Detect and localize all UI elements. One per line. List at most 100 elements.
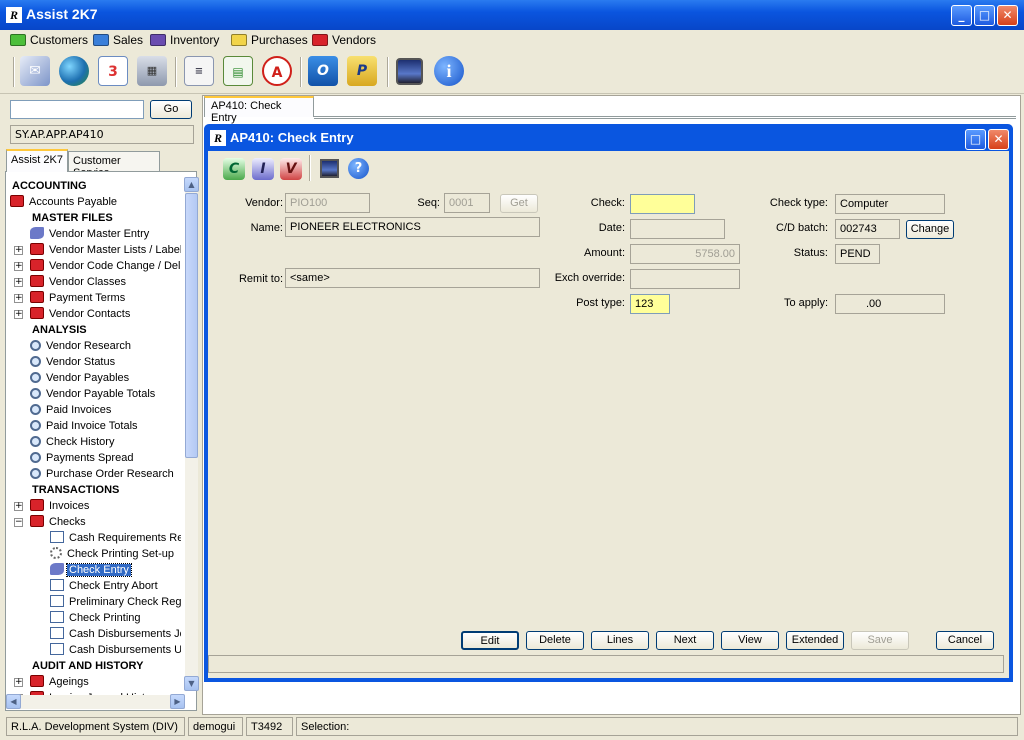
cd-batch-field[interactable]: 002743 [835,219,900,239]
help-icon[interactable]: ? [348,158,369,179]
tree-item-label: Invoices [49,500,90,512]
tree-item[interactable]: Preliminary Check Register [50,594,181,610]
tree-item[interactable]: Paid Invoice Totals [30,418,181,434]
picture-icon[interactable] [396,58,423,85]
amount-field[interactable]: 5758.00 [630,244,740,264]
tree-item[interactable]: Payment Terms [30,290,181,306]
menu-purchases[interactable]: Purchases [231,33,308,49]
info-icon[interactable]: i [434,56,464,86]
scroll-left-button[interactable]: ◀ [6,694,21,709]
tree-item[interactable]: Payments Spread [30,450,181,466]
inner-maximize-button[interactable]: □ [965,129,986,150]
inventory-icon[interactable]: I [252,158,274,180]
expand-icon[interactable]: + [14,294,23,303]
tab-check-entry[interactable]: AP410: Check Entry [204,96,314,124]
tree-horizontal-scrollbar[interactable]: ◀ ▶ [6,694,185,709]
change-button[interactable]: Change [906,220,954,239]
expand-icon[interactable]: + [14,262,23,271]
check-label: Check: [590,197,625,209]
remit-to-field[interactable]: <same> [285,268,540,288]
go-button[interactable]: Go [150,100,192,119]
globe-icon[interactable] [59,56,89,86]
tree-item[interactable]: Vendor Master Entry [30,226,181,242]
tree-item[interactable]: Vendor Classes [30,274,181,290]
tree-item[interactable]: Vendor Master Lists / Labels [30,242,181,258]
customers-icon[interactable]: C [223,158,245,180]
tree-item[interactable]: Check Printing Set-up [50,546,181,562]
expand-icon[interactable]: + [14,502,23,511]
tree-item[interactable]: Check Entry [50,562,181,578]
acrobat-icon[interactable]: A [262,56,292,86]
sheet-icon[interactable]: ▤ [223,56,253,86]
check-field[interactable] [630,194,695,214]
picture-icon[interactable] [320,159,339,178]
outlook-icon[interactable]: O [308,56,338,86]
scroll-up-button[interactable]: ▲ [184,177,199,192]
tree-vertical-scrollbar[interactable]: ▲ ▼ [184,177,199,691]
status-field[interactable]: PEND [835,244,880,264]
cancel-button[interactable]: Cancel [936,631,994,650]
expand-icon[interactable]: + [14,678,23,687]
tree-item[interactable]: Invoices [30,498,181,514]
expand-icon[interactable]: + [14,310,23,319]
seq-field[interactable]: 0001 [444,193,490,213]
menu-vendors[interactable]: Vendors [312,33,376,49]
save-button[interactable]: Save [851,631,909,650]
exch-override-field[interactable] [630,269,740,289]
tab-assist-2k7[interactable]: Assist 2K7 [6,149,68,172]
post-type-field[interactable]: 123 [630,294,670,314]
collapse-icon[interactable]: − [14,518,23,527]
tree-item[interactable]: Vendor Payable Totals [30,386,181,402]
date-field[interactable] [630,219,725,239]
inner-close-button[interactable]: ✕ [988,129,1009,150]
extended-button[interactable]: Extended [786,631,844,650]
search-input[interactable] [10,100,144,119]
document-icon[interactable]: ≡ [184,56,214,86]
next-button[interactable]: Next [656,631,714,650]
tree-item[interactable]: Cash Disbursements Update [50,642,181,658]
delete-button[interactable]: Delete [526,631,584,650]
menu-customers[interactable]: Customers [10,33,88,49]
vendors-icon[interactable]: V [280,158,302,180]
menu-tree: ACCOUNTING Accounts Payable MASTER FILES Ve… [5,171,199,711]
tree-item-label: Cash Disbursements Journal [69,628,181,640]
scroll-right-button[interactable]: ▶ [170,694,185,709]
publisher-icon[interactable]: P [347,56,377,86]
to-apply-field[interactable]: .00 [835,294,945,314]
tree-item[interactable]: Checks [30,514,181,530]
close-button[interactable]: ✕ [997,5,1018,26]
tab-customer-service[interactable]: Customer Service [68,151,160,179]
expand-icon[interactable]: + [14,278,23,287]
tree-item[interactable]: Accounts Payable [10,194,181,210]
calendar-icon[interactable]: 3 [98,56,128,86]
tree-item[interactable]: Ageings [30,674,181,690]
menu-inventory[interactable]: Inventory [150,33,219,49]
scroll-down-button[interactable]: ▼ [184,676,199,691]
menu-sales[interactable]: Sales [93,33,143,49]
name-field[interactable]: PIONEER ELECTRONICS [285,217,540,237]
tree-item[interactable]: Cash Disbursements Journal [50,626,181,642]
tree-item[interactable]: Cash Requirements Report [50,530,181,546]
tree-item[interactable]: Vendor Contacts [30,306,181,322]
view-button[interactable]: View [721,631,779,650]
tree-item[interactable]: Vendor Code Change / Delete [30,258,181,274]
tree-item[interactable]: Vendor Research [30,338,181,354]
tree-item[interactable]: Check History [30,434,181,450]
lines-button[interactable]: Lines [591,631,649,650]
minimize-button[interactable]: _ [951,5,972,26]
tree-item[interactable]: Check Entry Abort [50,578,181,594]
expand-icon[interactable]: + [14,246,23,255]
tree-item[interactable]: Purchase Order Research [30,466,181,482]
calculator-icon[interactable]: ▦ [137,56,167,86]
maximize-button[interactable]: □ [974,5,995,26]
scroll-thumb[interactable] [185,193,198,458]
tree-item[interactable]: Vendor Status [30,354,181,370]
check-type-field[interactable]: Computer [835,194,945,214]
tree-item[interactable]: Check Printing [50,610,181,626]
tree-item[interactable]: Paid Invoices [30,402,181,418]
gear-icon [50,547,62,559]
tree-item[interactable]: Vendor Payables [30,370,181,386]
mail-icon[interactable]: ✉ [20,56,50,86]
vendor-field[interactable]: PIO100 [285,193,370,213]
edit-button[interactable]: Edit [461,631,519,650]
